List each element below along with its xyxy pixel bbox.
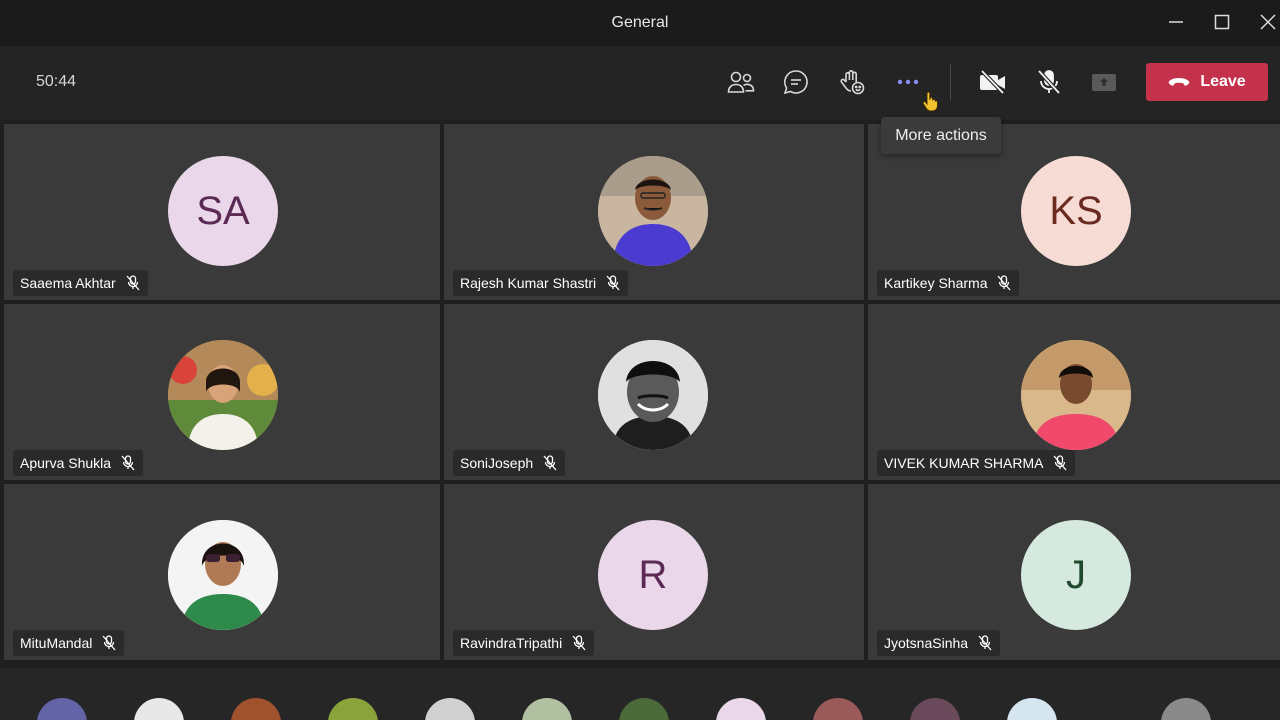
participant-name: JyotsnaSinha bbox=[884, 635, 969, 651]
participant-tile[interactable]: J JyotsnaSinha bbox=[868, 484, 1280, 660]
participant-name: Rajesh Kumar Shastri bbox=[460, 275, 597, 291]
mic-muted-icon bbox=[572, 635, 586, 651]
name-label: Kartikey Sharma bbox=[877, 270, 1020, 296]
self-preview-avatar[interactable] bbox=[1161, 698, 1211, 720]
mic-muted-icon bbox=[606, 275, 620, 291]
mic-muted-icon bbox=[997, 275, 1011, 291]
participant-tile[interactable]: Apurva Shukla bbox=[4, 304, 440, 480]
person-photo-icon bbox=[1021, 340, 1131, 450]
close-icon[interactable] bbox=[1256, 10, 1280, 34]
mic-muted-icon bbox=[1053, 455, 1067, 471]
toolbar-divider bbox=[950, 64, 951, 100]
mic-muted-icon bbox=[126, 275, 140, 291]
strip-avatar[interactable] bbox=[425, 698, 475, 720]
avatar-photo bbox=[598, 340, 708, 450]
participant-tile[interactable]: VIVEK KUMAR SHARMA bbox=[868, 304, 1280, 480]
name-label: MituMandal bbox=[13, 630, 125, 656]
avatar: SA bbox=[168, 156, 278, 266]
name-label: SoniJoseph bbox=[453, 450, 566, 476]
participant-name: Apurva Shukla bbox=[20, 455, 112, 471]
participant-name: RavindraTripathi bbox=[460, 635, 563, 651]
participant-name: VIVEK KUMAR SHARMA bbox=[884, 455, 1044, 471]
person-photo-icon bbox=[168, 340, 278, 450]
mic-muted-icon bbox=[978, 635, 992, 651]
name-label: JyotsnaSinha bbox=[877, 630, 1001, 656]
strip-avatar[interactable] bbox=[910, 698, 960, 720]
strip-avatar[interactable] bbox=[522, 698, 572, 720]
mic-muted-icon bbox=[543, 455, 557, 471]
strip-avatar[interactable] bbox=[716, 698, 766, 720]
maximize-icon[interactable] bbox=[1210, 10, 1234, 34]
leave-button-label: Leave bbox=[1200, 73, 1246, 90]
strip-avatar[interactable] bbox=[619, 698, 669, 720]
avatar-photo bbox=[1021, 340, 1131, 450]
name-label: Saaema Akhtar bbox=[13, 270, 148, 296]
raise-hand-icon[interactable] bbox=[834, 64, 870, 100]
chat-icon[interactable] bbox=[778, 64, 814, 100]
participant-name: Kartikey Sharma bbox=[884, 275, 988, 291]
avatar-photo bbox=[168, 340, 278, 450]
strip-avatar[interactable] bbox=[1007, 698, 1057, 720]
person-photo-icon bbox=[598, 340, 708, 450]
phone-hangup-icon bbox=[1169, 78, 1190, 86]
name-label: Rajesh Kumar Shastri bbox=[453, 270, 629, 296]
meeting-toolbar: 50:44 Leave bbox=[0, 46, 1280, 120]
overflow-avatar[interactable] bbox=[37, 698, 87, 720]
avatar-photo bbox=[598, 156, 708, 266]
person-photo-icon bbox=[598, 156, 708, 266]
participant-name: MituMandal bbox=[20, 635, 93, 651]
avatar: R bbox=[598, 520, 708, 630]
window-title: General bbox=[611, 14, 669, 31]
title-bar: General bbox=[0, 0, 1280, 46]
participant-name: Saaema Akhtar bbox=[20, 275, 116, 291]
video-stage: SA Saaema Akhtar Rajesh Kumar Shastri KS… bbox=[0, 120, 1280, 668]
participant-tile[interactable]: MituMandal bbox=[4, 484, 440, 660]
more-actions-tooltip: More actions bbox=[881, 117, 1001, 154]
participant-name: SoniJoseph bbox=[460, 455, 534, 471]
participant-strip bbox=[0, 668, 1280, 720]
mic-muted-icon bbox=[121, 455, 135, 471]
strip-avatar[interactable] bbox=[328, 698, 378, 720]
participant-tile[interactable]: Rajesh Kumar Shastri bbox=[444, 124, 864, 300]
name-label: RavindraTripathi bbox=[453, 630, 595, 656]
mic-muted-icon bbox=[102, 635, 116, 651]
share-icon[interactable] bbox=[1086, 64, 1122, 100]
people-icon[interactable] bbox=[723, 64, 759, 100]
avatar: J bbox=[1021, 520, 1131, 630]
minimize-icon[interactable] bbox=[1164, 10, 1188, 34]
name-label: Apurva Shukla bbox=[13, 450, 144, 476]
person-photo-icon bbox=[168, 520, 278, 630]
meeting-timer: 50:44 bbox=[36, 73, 77, 90]
hand-cursor-icon bbox=[922, 91, 938, 117]
strip-avatar[interactable] bbox=[813, 698, 863, 720]
leave-button[interactable]: Leave bbox=[1146, 63, 1268, 101]
participant-tile[interactable]: SA Saaema Akhtar bbox=[4, 124, 440, 300]
strip-avatar[interactable] bbox=[134, 698, 184, 720]
name-label: VIVEK KUMAR SHARMA bbox=[877, 450, 1076, 476]
more-actions-icon[interactable] bbox=[890, 64, 926, 100]
camera-off-icon[interactable] bbox=[975, 64, 1011, 100]
avatar-photo bbox=[168, 520, 278, 630]
avatar: KS bbox=[1021, 156, 1131, 266]
mic-off-icon[interactable] bbox=[1031, 64, 1067, 100]
strip-avatar[interactable] bbox=[231, 698, 281, 720]
participant-tile[interactable]: R RavindraTripathi bbox=[444, 484, 864, 660]
participant-tile[interactable]: SoniJoseph bbox=[444, 304, 864, 480]
